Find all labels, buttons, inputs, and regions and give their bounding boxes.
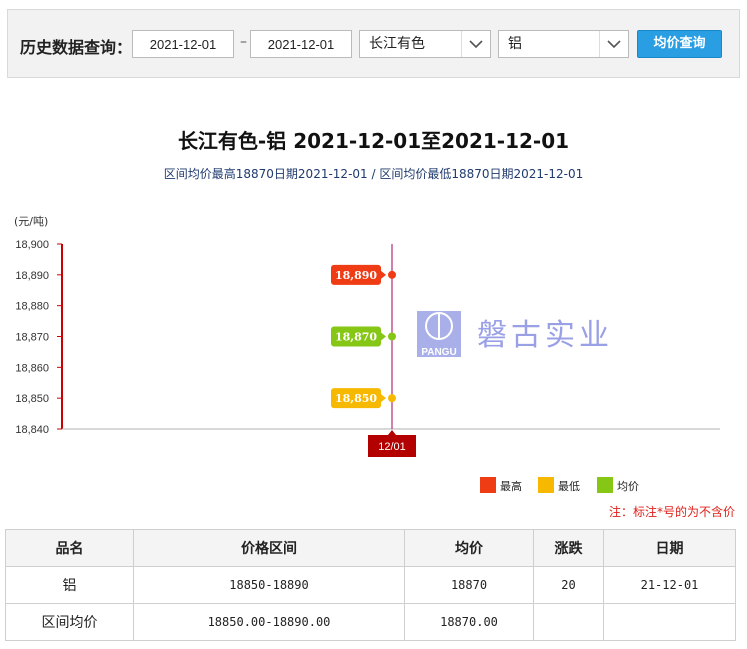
average-price-query-button[interactable]: 均价查询 [637, 30, 722, 58]
x-tick-label: 12/01 [378, 441, 406, 453]
cell-product-name: 铝 [5, 566, 134, 604]
chevron-down-icon [461, 31, 490, 57]
header-price-range: 价格区间 [133, 529, 405, 567]
category-label-pointer [388, 430, 396, 435]
data-label: 18,870 [335, 331, 377, 344]
cell-product-name: 区间均价 [5, 603, 134, 641]
y-tick-label: 18,870 [15, 332, 49, 344]
cell-date [603, 603, 736, 641]
query-bar: 历史数据查询： – 长江有色 铝 均价查询 [7, 9, 740, 78]
cell-date: 21-12-01 [603, 566, 736, 604]
y-tick-label: 18,890 [15, 270, 49, 282]
table-header-row: 品名 价格区间 均价 涨跌 日期 [5, 529, 736, 567]
data-label-pointer [381, 270, 386, 279]
svg-text:磐古实业: 磐古实业 [477, 318, 613, 353]
legend-swatch [480, 477, 496, 493]
legend-swatch [597, 477, 613, 493]
footnote: 注：标注*号的为不含价 [608, 505, 735, 519]
chart-title: 长江有色-铝 2021-12-01至2021-12-01 [177, 129, 570, 153]
data-label-pointer [381, 332, 386, 341]
header-average-price: 均价 [404, 529, 534, 567]
data-label-pointer [381, 394, 386, 403]
market-select-value: 长江有色 [369, 36, 425, 52]
cell-change [533, 603, 604, 641]
end-date-input[interactable] [250, 30, 352, 58]
data-point [388, 270, 396, 279]
legend-label: 均价 [617, 480, 639, 493]
price-table: 品名 价格区间 均价 涨跌 日期 铝 18850-18890 18870 20 … [5, 529, 736, 641]
cell-price-range: 18850-18890 [133, 566, 405, 604]
header-change: 涨跌 [533, 529, 604, 567]
legend-label: 最低 [558, 480, 580, 493]
table-row: 区间均价 18850.00-18890.00 18870.00 [5, 603, 736, 641]
product-select-value: 铝 [508, 36, 522, 52]
cell-average-price: 18870 [404, 566, 534, 604]
svg-text:PANGU: PANGU [421, 347, 456, 358]
table-row: 铝 18850-18890 18870 20 21-12-01 [5, 566, 736, 604]
pangu-watermark-logo: PANGU 磐古实业 [417, 311, 613, 358]
data-point [388, 394, 396, 403]
data-label: 18,850 [335, 392, 377, 405]
product-select[interactable]: 铝 [498, 30, 629, 58]
y-axis-unit-label: (元/吨) [14, 215, 48, 228]
y-tick-label: 18,900 [15, 239, 49, 251]
legend-label: 最高 [500, 479, 522, 493]
header-product-name: 品名 [5, 529, 134, 567]
header-date: 日期 [603, 529, 736, 567]
date-separator: – [240, 34, 247, 50]
y-tick-label: 18,850 [15, 393, 49, 405]
data-label: 18,890 [335, 269, 377, 282]
price-chart: PANGU 磐古实业 (元/吨) 18,900 18,890 18,880 18,870… [14, 215, 720, 493]
cell-price-range: 18850.00-18890.00 [133, 603, 405, 641]
legend-swatch [538, 477, 554, 493]
y-tick-label: 18,880 [15, 301, 49, 313]
start-date-input[interactable] [132, 30, 234, 58]
market-select[interactable]: 长江有色 [359, 30, 491, 58]
chart-subtitle: 区间均价最高18870日期2021-12-01 / 区间均价最低18870日期2… [163, 167, 584, 181]
cell-average-price: 18870.00 [404, 603, 534, 641]
data-point [388, 332, 396, 341]
y-tick-label: 18,860 [15, 362, 49, 374]
y-tick-label: 18,840 [15, 424, 49, 436]
chevron-down-icon [599, 31, 628, 57]
query-label: 历史数据查询： [20, 38, 133, 57]
cell-change: 20 [533, 566, 604, 604]
